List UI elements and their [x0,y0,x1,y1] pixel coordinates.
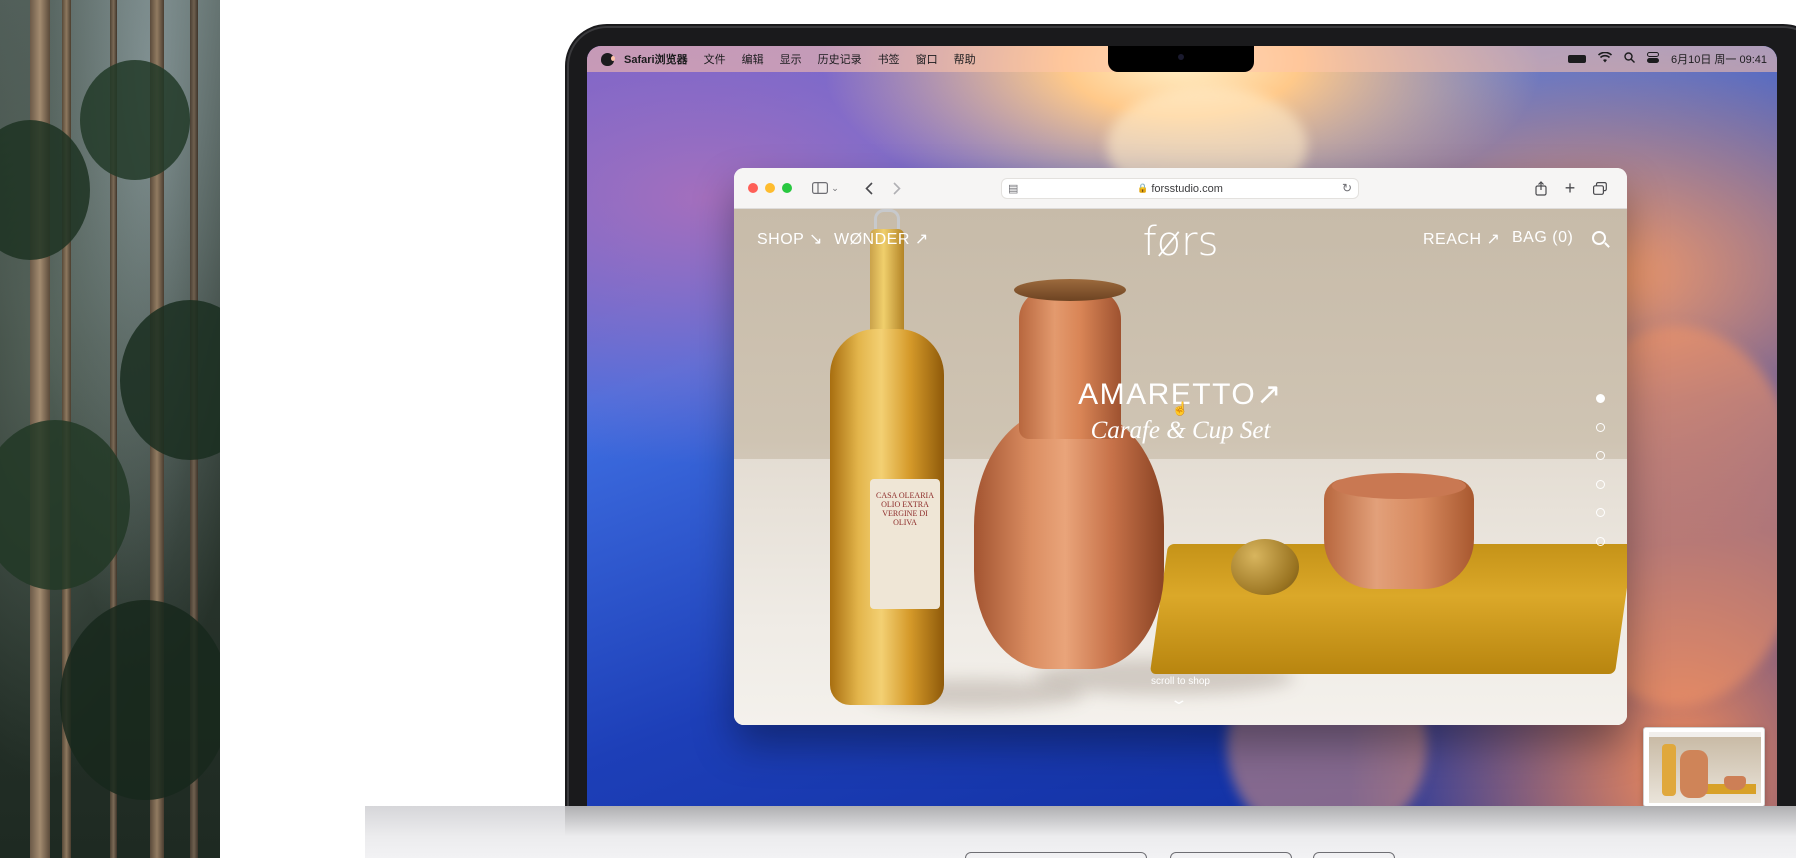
partial-button [1313,852,1395,858]
bottle-label-text: CASA OLEARIA OLIO EXTRA VERGINE DI OLIVA [875,491,934,527]
terracotta-cup-image [1324,473,1474,589]
nav-bag-link[interactable]: BAG (0) [1512,229,1573,247]
menu-file[interactable]: 文件 [704,51,726,67]
zoom-window-button[interactable] [782,183,792,193]
carousel-dot[interactable] [1596,422,1605,432]
menu-help[interactable]: 帮助 [954,51,976,67]
plus-icon[interactable]: + [1560,178,1580,198]
olive-oil-bottle-image: CASA OLEARIA OLIO EXTRA VERGINE DI OLIVA [822,209,952,709]
site-header: SHOP ↘ WØNDER ↗ førs REACH ↗ BAG (0) [734,209,1627,269]
lock-icon: 🔒 [1137,183,1149,193]
menu-app-name[interactable]: Safari浏览器 [624,51,688,67]
menu-edit[interactable]: 编辑 [742,51,764,67]
battery-icon[interactable] [1568,55,1586,63]
control-center-icon[interactable] [1647,52,1659,66]
menu-bookmarks[interactable]: 书签 [878,51,900,67]
partial-button [1170,852,1292,858]
menu-window[interactable]: 窗口 [916,51,938,67]
menu-clock[interactable]: 6月10日 周一 09:41 [1671,51,1767,67]
apple-logo-icon[interactable] [601,52,615,66]
search-icon[interactable] [1624,52,1635,66]
address-bar[interactable]: ▤ 🔒 forsstudio.com ↻ [1001,178,1359,199]
carousel-dot[interactable] [1596,508,1605,517]
chevron-right-icon[interactable] [887,178,907,198]
carousel-dot[interactable] [1596,479,1605,489]
tab-overview-icon[interactable] [1590,178,1610,198]
carousel-dot[interactable] [1596,394,1605,403]
fors-homepage: CASA OLEARIA OLIO EXTRA VERGINE DI OLIVA… [734,209,1627,725]
minimize-window-button[interactable] [765,183,775,193]
hero-product-subtitle[interactable]: Carafe & Cup Set [734,417,1627,445]
chevron-left-icon[interactable] [859,178,879,198]
sidebar-icon[interactable] [810,178,830,198]
carousel-dot[interactable] [1596,536,1605,546]
safari-toolbar: ⌄ ▤ 🔒 forsstudio.com ↻ + [734,168,1627,209]
chevron-down-icon[interactable]: ⌄ [1169,691,1188,708]
camera-notch [1108,46,1254,72]
nav-reach-link[interactable]: REACH ↗ [1423,229,1500,249]
menu-view[interactable]: 显示 [780,51,802,67]
pointer-cursor-icon: ☝ [1172,401,1189,416]
site-search-icon[interactable] [1592,231,1606,245]
terracotta-carafe-image [964,279,1164,669]
forest-photo [0,0,220,858]
wifi-icon[interactable] [1597,51,1613,66]
partial-button [965,852,1147,858]
close-window-button[interactable] [748,183,758,193]
reader-icon[interactable]: ▤ [1008,182,1018,195]
scroll-hint[interactable]: scroll to shop [734,676,1627,687]
screenshot-thumbnail[interactable] [1643,727,1765,806]
carousel-pagination [1596,394,1610,565]
share-icon[interactable] [1531,178,1551,198]
carousel-dot[interactable] [1596,451,1605,460]
reload-icon[interactable]: ↻ [1342,181,1352,195]
mac-screen: Safari浏览器 文件 编辑 显示 历史记录 书签 窗口 帮助 6月10日 周… [587,46,1777,806]
menu-history[interactable]: 历史记录 [818,51,862,67]
stage: Safari浏览器 文件 编辑 显示 历史记录 书签 窗口 帮助 6月10日 周… [0,0,1796,858]
chevron-down-icon[interactable]: ⌄ [830,178,840,198]
safari-window: ⌄ ▤ 🔒 forsstudio.com ↻ + CASA OLEARIA OL… [734,168,1627,725]
fig-image [1231,539,1299,595]
url-text[interactable]: forsstudio.com [1151,183,1223,195]
